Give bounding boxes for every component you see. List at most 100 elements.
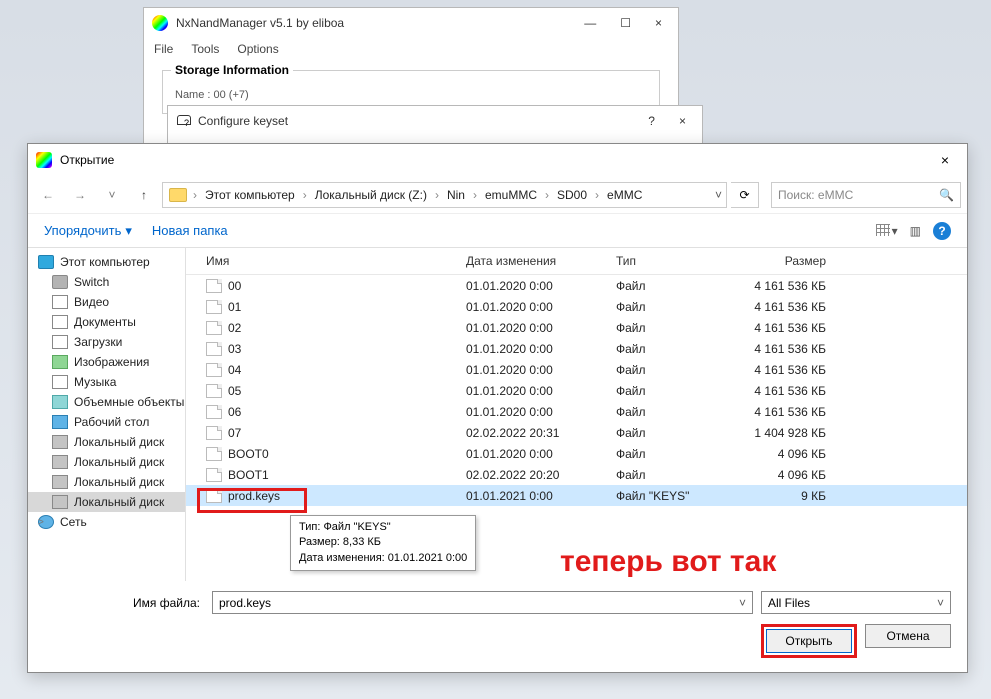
breadcrumb-item[interactable]: Этот компьютер — [201, 186, 299, 204]
sidebar-item-label: Локальный диск — [74, 495, 164, 509]
file-row[interactable]: 0401.01.2020 0:00Файл4 161 536 КБ — [186, 359, 967, 380]
up-button[interactable]: ↑ — [130, 183, 158, 207]
breadcrumb-item[interactable]: eMMC — [603, 186, 646, 204]
close-button[interactable]: × — [931, 148, 959, 172]
forward-button[interactable]: → — [66, 183, 94, 207]
disk-icon — [52, 455, 68, 469]
help-button[interactable]: ? — [933, 222, 951, 240]
file-type: Файл — [616, 384, 736, 398]
file-row[interactable]: 0702.02.2022 20:31Файл1 404 928 КБ — [186, 422, 967, 443]
sidebar-item-label: Рабочий стол — [74, 415, 149, 429]
file-name: 01 — [228, 300, 466, 314]
search-icon: 🔍 — [939, 188, 954, 202]
file-row[interactable]: 0001.01.2020 0:00Файл4 161 536 КБ — [186, 275, 967, 296]
sidebar-item[interactable]: Локальный диск — [28, 452, 185, 472]
sidebar-item[interactable]: >Сеть — [28, 512, 185, 532]
sidebar: Этот компьютер Switch Видео Документы Загруз… — [28, 248, 186, 581]
close-button[interactable]: × — [679, 114, 686, 128]
file-row[interactable]: BOOT102.02.2022 20:20Файл4 096 КБ — [186, 464, 967, 485]
maximize-button[interactable]: ☐ — [620, 16, 631, 30]
sidebar-item[interactable]: Локальный диск — [28, 492, 185, 512]
new-folder-button[interactable]: Новая папка — [152, 223, 228, 238]
column-headers: Имя Дата изменения Тип Размер — [186, 248, 967, 275]
breadcrumb-bar[interactable]: › Этот компьютер › Локальный диск (Z:) ›… — [162, 182, 727, 208]
sidebar-item-label: Загрузки — [74, 335, 122, 349]
sidebar-item[interactable]: Объемные объекты — [28, 392, 185, 412]
open-button[interactable]: Открыть — [766, 629, 852, 653]
sidebar-item[interactable]: Локальный диск — [28, 432, 185, 452]
video-icon — [52, 295, 68, 309]
menu-bar: File Tools Options — [144, 38, 678, 60]
separator-icon: › — [595, 188, 599, 202]
file-row[interactable]: BOOT001.01.2020 0:00Файл4 096 КБ — [186, 443, 967, 464]
refresh-button[interactable]: ⟳ — [731, 182, 759, 208]
header-date[interactable]: Дата изменения — [466, 254, 616, 268]
minimize-button[interactable]: — — [584, 16, 596, 30]
menu-tools[interactable]: Tools — [191, 42, 219, 56]
cancel-button[interactable]: Отмена — [865, 624, 951, 648]
file-type: Файл — [616, 426, 736, 440]
sidebar-item[interactable]: Загрузки — [28, 332, 185, 352]
toolbar: Упорядочить ▾ Новая папка ▾ ▥ ? — [28, 214, 967, 248]
tooltip-size: Размер: 8,33 КБ — [299, 535, 467, 550]
tooltip-type: Тип: Файл "KEYS" — [299, 520, 467, 535]
sidebar-item-label: Этот компьютер — [60, 255, 150, 269]
sidebar-item[interactable]: Этот компьютер — [28, 252, 185, 272]
chevron-down-icon[interactable]: ˅ — [715, 188, 722, 202]
file-icon — [206, 300, 222, 314]
help-button[interactable]: ? — [648, 114, 655, 128]
sidebar-item[interactable]: Видео — [28, 292, 185, 312]
disk-icon — [52, 495, 68, 509]
file-size: 4 096 КБ — [736, 468, 846, 482]
file-name: BOOT1 — [228, 468, 466, 482]
filename-label: Имя файла: — [44, 596, 204, 610]
img-icon — [52, 355, 68, 369]
back-button[interactable]: ← — [34, 183, 62, 207]
sidebar-item[interactable]: Локальный диск — [28, 472, 185, 492]
view-preview-button[interactable]: ▥ — [910, 224, 921, 238]
file-row[interactable]: 0501.01.2020 0:00Файл4 161 536 КБ — [186, 380, 967, 401]
chevron-down-icon[interactable]: ˅ — [937, 596, 944, 610]
file-row[interactable]: 0101.01.2020 0:00Файл4 161 536 КБ — [186, 296, 967, 317]
menu-options[interactable]: Options — [237, 42, 278, 56]
titlebar: NxNandManager v5.1 by eliboa — ☐ × — [144, 8, 678, 38]
breadcrumb-item[interactable]: Локальный диск (Z:) — [311, 186, 431, 204]
header-name[interactable]: Имя — [206, 254, 466, 268]
file-size: 4 161 536 КБ — [736, 363, 846, 377]
breadcrumb-item[interactable]: emuMMC — [481, 186, 541, 204]
file-row[interactable]: 0601.01.2020 0:00Файл4 161 536 КБ — [186, 401, 967, 422]
file-row[interactable]: 0201.01.2020 0:00Файл4 161 536 КБ — [186, 317, 967, 338]
chevron-down-icon[interactable]: ˅ — [739, 596, 746, 610]
file-row[interactable]: 0301.01.2020 0:00Файл4 161 536 КБ — [186, 338, 967, 359]
breadcrumb-item[interactable]: Nin — [443, 186, 469, 204]
dl-icon — [52, 335, 68, 349]
filename-input[interactable]: prod.keys ˅ — [212, 591, 753, 614]
sidebar-item[interactable]: Музыка — [28, 372, 185, 392]
dialog-titlebar: Открытие × — [28, 144, 967, 176]
sidebar-item[interactable]: Switch — [28, 272, 185, 292]
dialog-body: Этот компьютер Switch Видео Документы Загруз… — [28, 248, 967, 581]
file-type: Файл — [616, 405, 736, 419]
sidebar-item[interactable]: Рабочий стол — [28, 412, 185, 432]
recent-dropdown[interactable]: ˅ — [98, 183, 126, 207]
organize-button[interactable]: Упорядочить ▾ — [44, 223, 132, 239]
sidebar-item[interactable]: Изображения — [28, 352, 185, 372]
filetype-filter[interactable]: All Files ˅ — [761, 591, 951, 614]
sidebar-item-label: Видео — [74, 295, 109, 309]
sidebar-item-label: Локальный диск — [74, 435, 164, 449]
menu-file[interactable]: File — [154, 42, 173, 56]
app-icon — [36, 152, 52, 168]
file-size: 4 161 536 КБ — [736, 321, 846, 335]
header-type[interactable]: Тип — [616, 254, 736, 268]
file-name: 06 — [228, 405, 466, 419]
breadcrumb-item[interactable]: SD00 — [553, 186, 591, 204]
search-input[interactable]: Поиск: eMMC 🔍 — [771, 182, 961, 208]
folder-icon — [169, 188, 187, 202]
view-details-button[interactable]: ▾ — [876, 224, 898, 238]
sidebar-item[interactable]: Документы — [28, 312, 185, 332]
file-size: 9 КБ — [736, 489, 846, 503]
header-size[interactable]: Размер — [736, 254, 846, 268]
pc-icon — [38, 255, 54, 269]
file-row[interactable]: prod.keys01.01.2021 0:00Файл "KEYS"9 КБ — [186, 485, 967, 506]
close-button[interactable]: × — [655, 16, 662, 30]
